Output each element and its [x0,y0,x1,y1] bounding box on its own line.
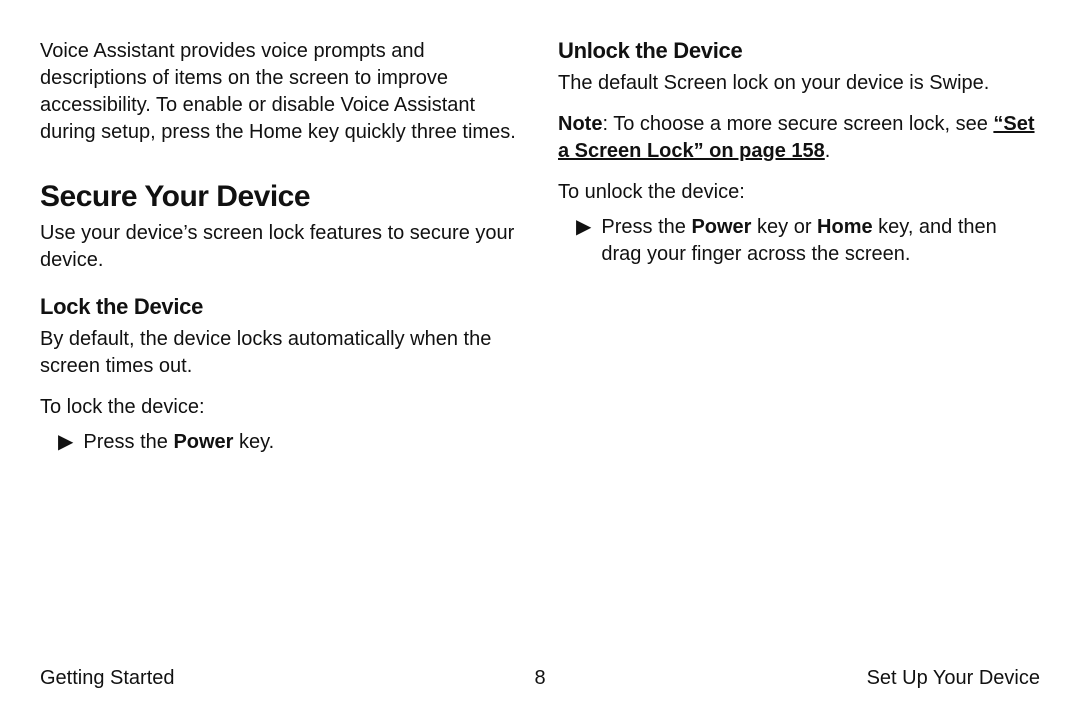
footer-left: Getting Started [40,667,175,690]
intro-paragraph: Voice Assistant provides voice prompts a… [40,38,522,146]
heading-secure-your-device: Secure Your Device [40,180,522,214]
two-column-layout: Voice Assistant provides voice prompts a… [40,38,1040,470]
unlock-step-prefix: Press the [601,216,691,238]
unlock-step: ▶ Press the Power key or Home key, and t… [558,214,1040,268]
heading-lock-the-device: Lock the Device [40,294,522,320]
footer-right: Set Up Your Device [867,667,1040,690]
secure-paragraph: Use your device’s screen lock features t… [40,220,522,274]
unlock-instruction-label: To unlock the device: [558,179,1040,206]
manual-page: Voice Assistant provides voice prompts a… [0,0,1080,720]
note-after: . [825,140,831,162]
note-paragraph: Note: To choose a more secure screen loc… [558,111,1040,165]
footer-page-number: 8 [534,667,545,690]
unlock-step-mid: key or [751,216,817,238]
lock-step-power: Power [173,431,233,453]
lock-step-prefix: Press the [83,431,173,453]
heading-unlock-the-device: Unlock the Device [558,38,1040,64]
unlock-paragraph: The default Screen lock on your device i… [558,70,1040,97]
lock-step-text: Press the Power key. [83,429,274,456]
lock-step-suffix: key. [233,431,274,453]
page-footer: Getting Started 8 Set Up Your Device [40,667,1040,690]
note-text: : To choose a more secure screen lock, s… [602,113,993,135]
lock-step: ▶ Press the Power key. [40,429,522,456]
lock-instruction-label: To lock the device: [40,394,522,421]
note-label: Note [558,113,602,135]
unlock-step-home: Home [817,216,873,238]
unlock-step-power: Power [691,216,751,238]
arrow-icon: ▶ [558,214,591,268]
lock-paragraph: By default, the device locks automatical… [40,326,522,380]
right-column: Unlock the Device The default Screen loc… [558,38,1040,470]
unlock-step-text: Press the Power key or Home key, and the… [601,214,1040,268]
arrow-icon: ▶ [40,429,73,456]
left-column: Voice Assistant provides voice prompts a… [40,38,522,470]
